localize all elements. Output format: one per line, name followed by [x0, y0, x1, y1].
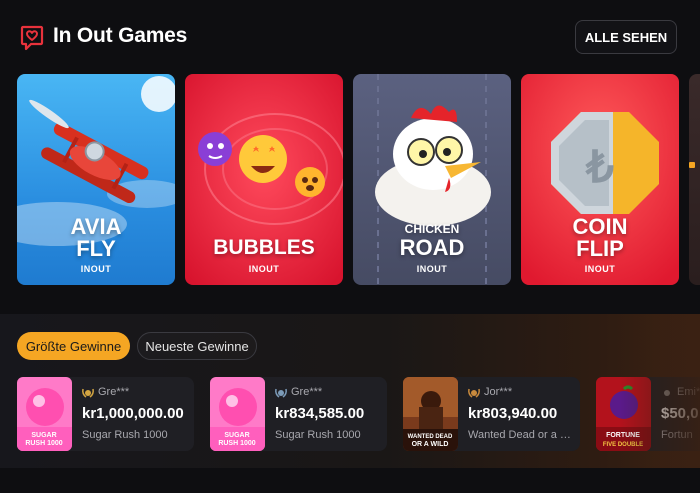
winner-username: Emi*** — [677, 386, 700, 398]
game-carousel: AVIA FLY INOUT BUBBLES INOUT CHICKEN ROA… — [0, 74, 700, 286]
svg-text:RUSH 1000: RUSH 1000 — [25, 440, 62, 447]
winner-username: Gre*** — [291, 386, 323, 398]
game-provider: INOUT — [416, 264, 448, 274]
see-all-button[interactable]: ALLE SEHEN — [575, 20, 677, 54]
game-card-partial[interactable] — [689, 74, 700, 285]
game-title-line2: FLY — [76, 236, 116, 261]
win-item[interactable]: WANTED DEAD OR A WILD Jor*** kr803,940.0… — [403, 377, 580, 451]
win-game-name: Sugar Rush 1000 — [275, 429, 361, 441]
winner-username: Gre*** — [98, 386, 130, 398]
game-provider: INOUT — [584, 264, 616, 274]
game-title-line1: COIN — [572, 214, 628, 239]
game-title-line1: CHICKEN — [404, 222, 460, 236]
game-provider: INOUT — [248, 264, 280, 274]
win-item[interactable]: SUGAR RUSH 1000 Gre*** kr834,585.00 Suga… — [210, 377, 387, 451]
svg-text:₺: ₺ — [585, 143, 614, 192]
game-thumbnail: FORTUNE FIVE DOUBLE — [596, 377, 651, 451]
game-title-line2: BUBBLES — [213, 236, 315, 259]
rank-badge-icon — [468, 388, 480, 398]
svg-text:SUGAR: SUGAR — [31, 432, 56, 439]
tab-latest-wins[interactable]: Neueste Gewinne — [137, 332, 257, 360]
game-card-bubbles[interactable]: BUBBLES INOUT — [185, 74, 343, 285]
game-provider: INOUT — [80, 264, 112, 274]
win-item[interactable]: FORTUNE FIVE DOUBLE Emi*** $50,0 Fortun — [596, 377, 700, 451]
section-header: In Out Games ALLE SEHEN — [0, 0, 700, 70]
svg-text:FORTUNE: FORTUNE — [606, 432, 640, 439]
win-game-name: Wanted Dead or a W... — [468, 429, 578, 441]
game-thumbnail: WANTED DEAD OR A WILD — [403, 377, 458, 451]
game-card-coin-flip[interactable]: ₺ COIN FLIP INOUT — [521, 74, 679, 285]
tab-biggest-wins[interactable]: Größte Gewinne — [17, 332, 130, 360]
section-title: In Out Games — [53, 24, 188, 47]
heart-chat-icon — [20, 25, 44, 51]
rank-badge-icon — [275, 388, 287, 398]
win-game-name: Sugar Rush 1000 — [82, 429, 168, 441]
game-card-chicken-road[interactable]: CHICKEN ROAD INOUT — [353, 74, 511, 285]
rank-badge-icon — [664, 390, 670, 396]
winner-username: Jor*** — [484, 386, 513, 398]
game-title-line2: ROAD — [399, 235, 465, 260]
svg-text:OR A WILD: OR A WILD — [412, 441, 449, 448]
win-amount: kr1,000,000.00 — [82, 405, 184, 422]
game-thumbnail: SUGAR RUSH 1000 — [17, 377, 72, 451]
win-amount: kr803,940.00 — [468, 405, 558, 422]
win-amount: kr834,585.00 — [275, 405, 365, 422]
game-thumbnail: SUGAR RUSH 1000 — [210, 377, 265, 451]
svg-text:RUSH 1000: RUSH 1000 — [218, 440, 255, 447]
win-amount: $50,0 — [661, 405, 699, 422]
game-title-line2: FLIP — [576, 236, 624, 261]
rank-badge-icon — [82, 388, 94, 398]
win-game-name: Fortun — [661, 429, 693, 441]
wins-panel: Größte Gewinne Neueste Gewinne SUGAR RUS… — [0, 314, 700, 468]
game-card-avia-fly[interactable]: AVIA FLY INOUT — [17, 74, 175, 285]
svg-text:SUGAR: SUGAR — [224, 432, 249, 439]
svg-text:FIVE DOUBLE: FIVE DOUBLE — [603, 442, 643, 448]
game-title-line1: AVIA — [70, 214, 122, 239]
svg-text:WANTED DEAD: WANTED DEAD — [408, 434, 453, 440]
win-item[interactable]: SUGAR RUSH 1000 Gre*** kr1,000,000.00 Su… — [17, 377, 194, 451]
card-ornament — [689, 162, 695, 168]
